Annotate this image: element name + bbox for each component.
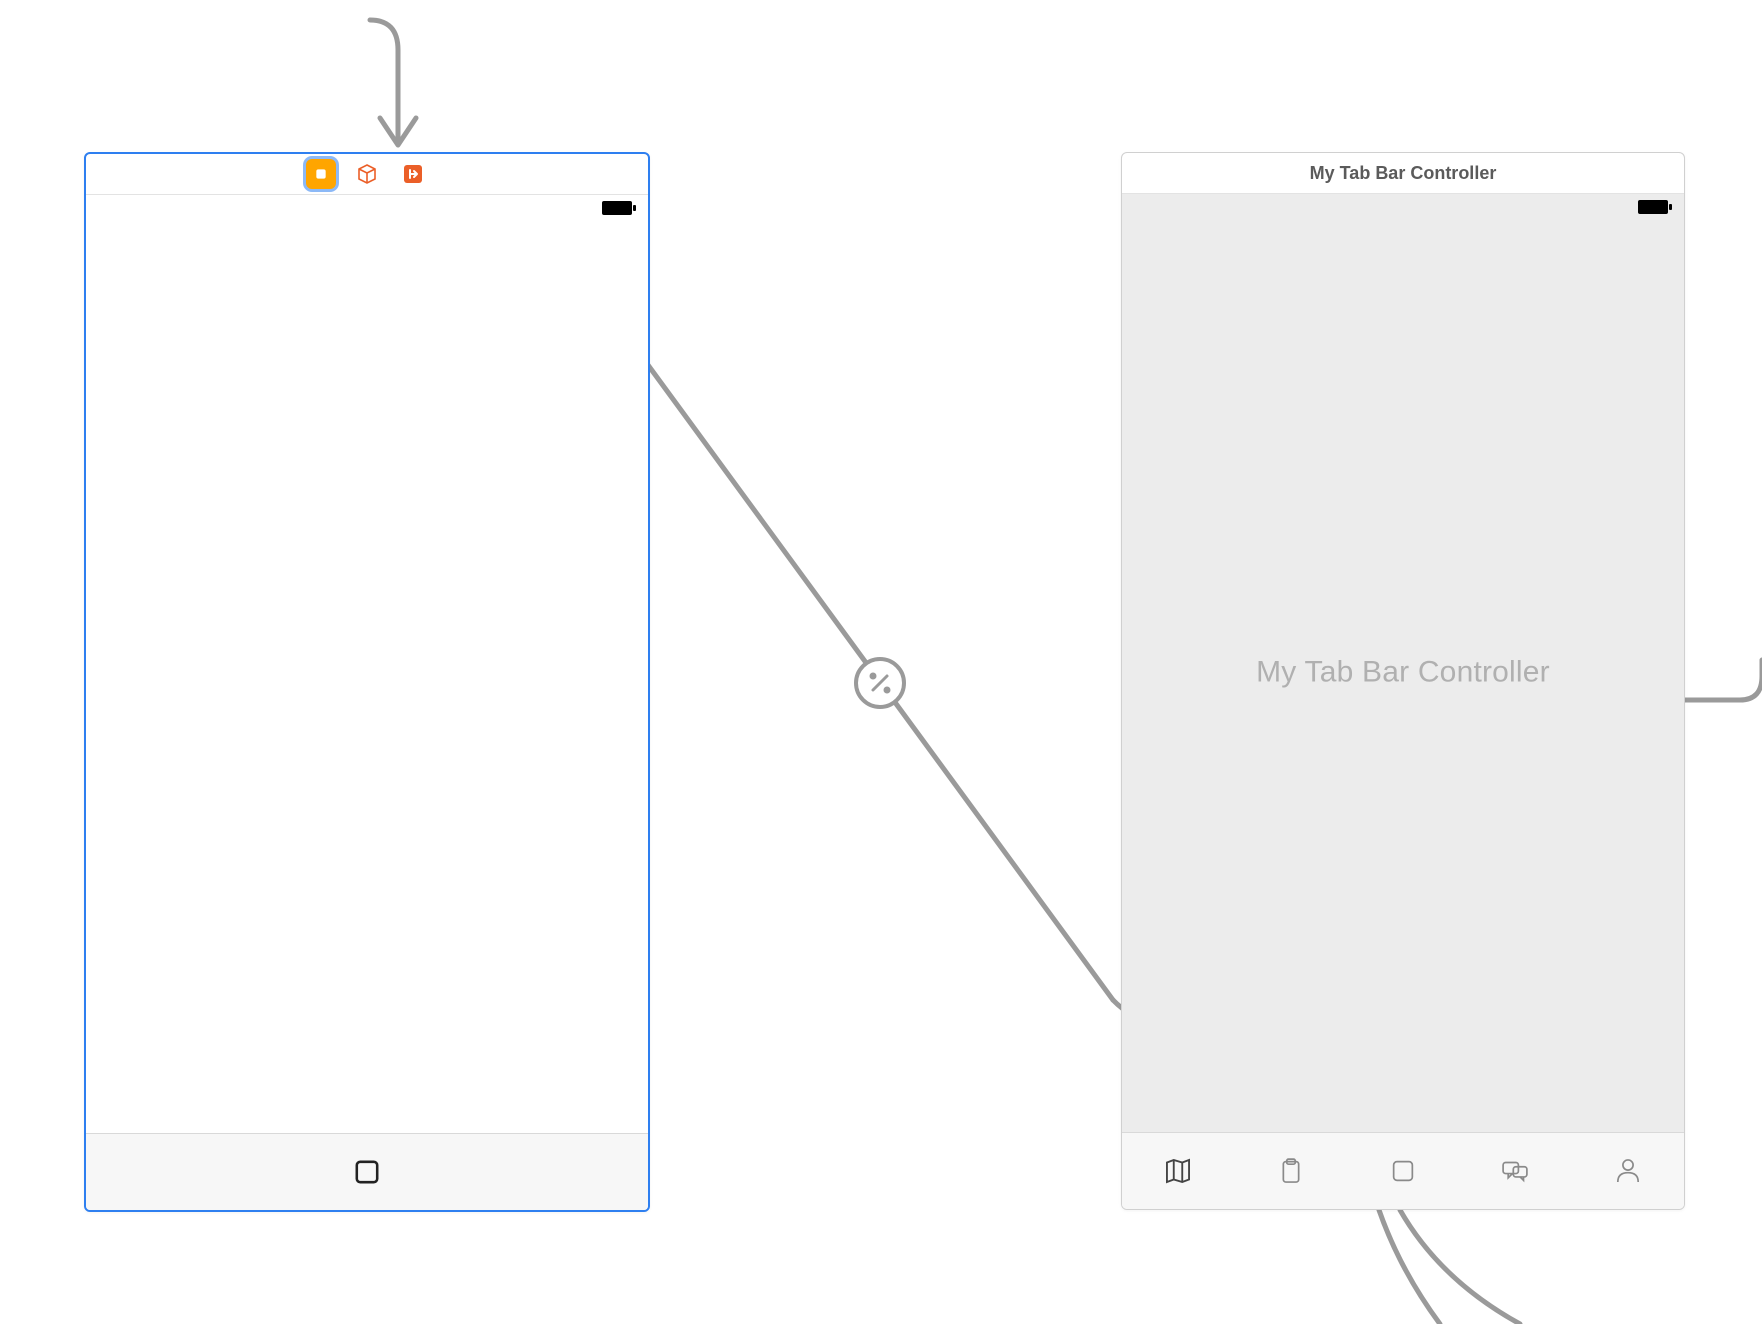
storyboard-canvas[interactable]: My Tab Bar Controller My Tab Bar Control… xyxy=(0,0,1762,1324)
tab-item-default[interactable] xyxy=(337,1148,397,1196)
square-icon xyxy=(350,1155,384,1189)
tab-item-square[interactable] xyxy=(1373,1147,1433,1195)
tab-item-chat[interactable] xyxy=(1485,1147,1545,1195)
status-bar xyxy=(86,195,648,221)
scene-header: My Tab Bar Controller xyxy=(1122,153,1684,194)
scene-title: My Tab Bar Controller xyxy=(1310,163,1497,184)
first-responder-icon[interactable] xyxy=(352,159,382,189)
tab-item-map[interactable] xyxy=(1148,1147,1208,1195)
status-bar xyxy=(1122,194,1684,220)
scene-body[interactable]: My Tab Bar Controller xyxy=(1122,219,1684,1133)
view-controller-icon[interactable] xyxy=(306,159,336,189)
placeholder-label: My Tab Bar Controller xyxy=(1122,656,1684,690)
scene-body[interactable] xyxy=(86,220,648,1134)
person-icon xyxy=(1611,1154,1645,1188)
tab-bar xyxy=(1122,1132,1684,1209)
tab-item-person[interactable] xyxy=(1598,1147,1658,1195)
chat-icon xyxy=(1498,1154,1532,1188)
initial-view-controller-scene[interactable] xyxy=(84,152,650,1212)
tab-bar-controller-scene[interactable]: My Tab Bar Controller My Tab Bar Control… xyxy=(1121,152,1685,1210)
tab-item-clipboard[interactable] xyxy=(1261,1147,1321,1195)
battery-icon xyxy=(1638,200,1672,214)
clipboard-icon xyxy=(1274,1154,1308,1188)
square-icon xyxy=(1386,1154,1420,1188)
battery-icon xyxy=(602,201,636,215)
scene-header xyxy=(86,154,648,195)
tab-bar xyxy=(86,1133,648,1210)
map-icon xyxy=(1161,1154,1195,1188)
exit-icon[interactable] xyxy=(398,159,428,189)
